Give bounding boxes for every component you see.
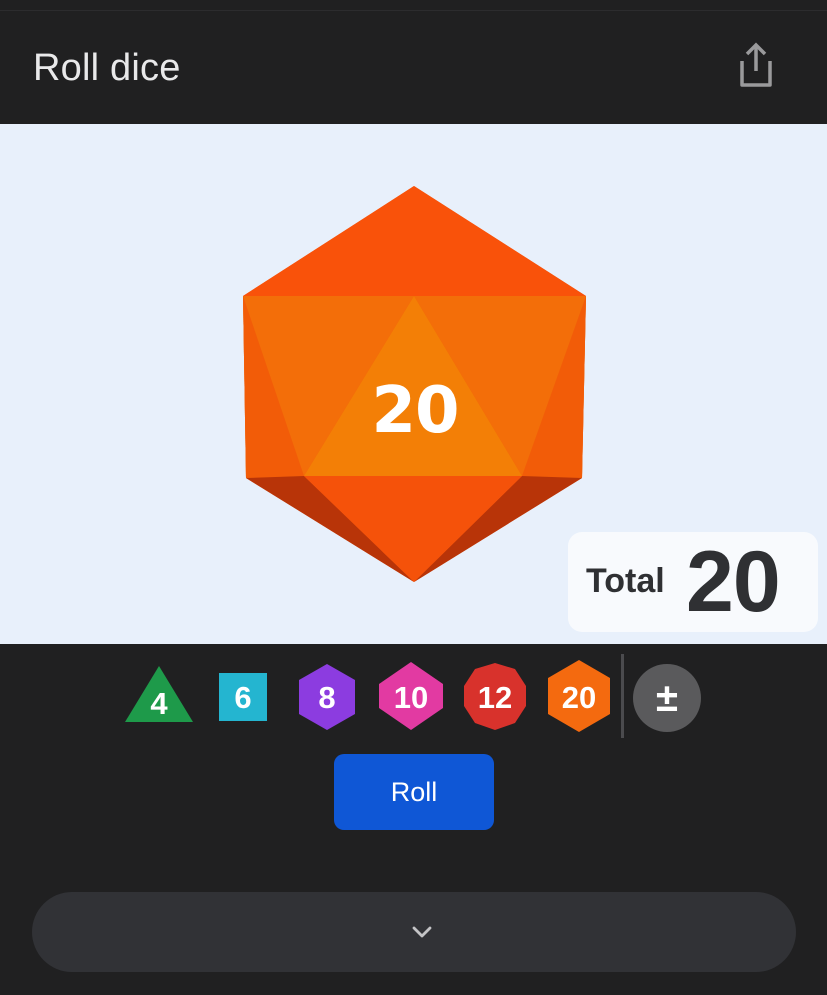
roll-button[interactable]: Roll: [334, 754, 494, 830]
total-label: Total: [586, 562, 665, 600]
d4-button[interactable]: 4: [123, 652, 195, 742]
rolled-value: 20: [371, 374, 459, 448]
d6-label: 6: [234, 680, 252, 715]
dice-divider: [621, 654, 624, 738]
d20-label: 20: [561, 680, 597, 715]
d12-button[interactable]: 12: [459, 652, 531, 742]
d4-label: 4: [150, 686, 168, 721]
dice-stage: 20 Total 20: [0, 124, 827, 644]
d6-button[interactable]: 6: [207, 652, 279, 742]
modifier-button[interactable]: ±: [633, 664, 701, 732]
dice-selector: 4 6 8 10 12 20: [0, 652, 827, 744]
share-icon: [740, 42, 772, 87]
d10-label: 10: [393, 680, 429, 715]
d10-button[interactable]: 10: [375, 652, 447, 742]
chevron-down-icon: [412, 926, 432, 938]
total-card: Total 20: [568, 532, 818, 632]
total-value: 20: [686, 534, 781, 630]
d8-button[interactable]: 8: [291, 652, 363, 742]
d12-label: 12: [477, 680, 513, 715]
d20-button[interactable]: 20: [543, 652, 615, 742]
header: Roll dice: [0, 11, 827, 124]
dice-roller-app: Roll dice 20 Total 20 4 6 8 10 12 20 ± R…: [0, 0, 827, 995]
page-title: Roll dice: [33, 47, 181, 89]
share-button[interactable]: [734, 41, 778, 89]
d8-label: 8: [318, 680, 336, 715]
